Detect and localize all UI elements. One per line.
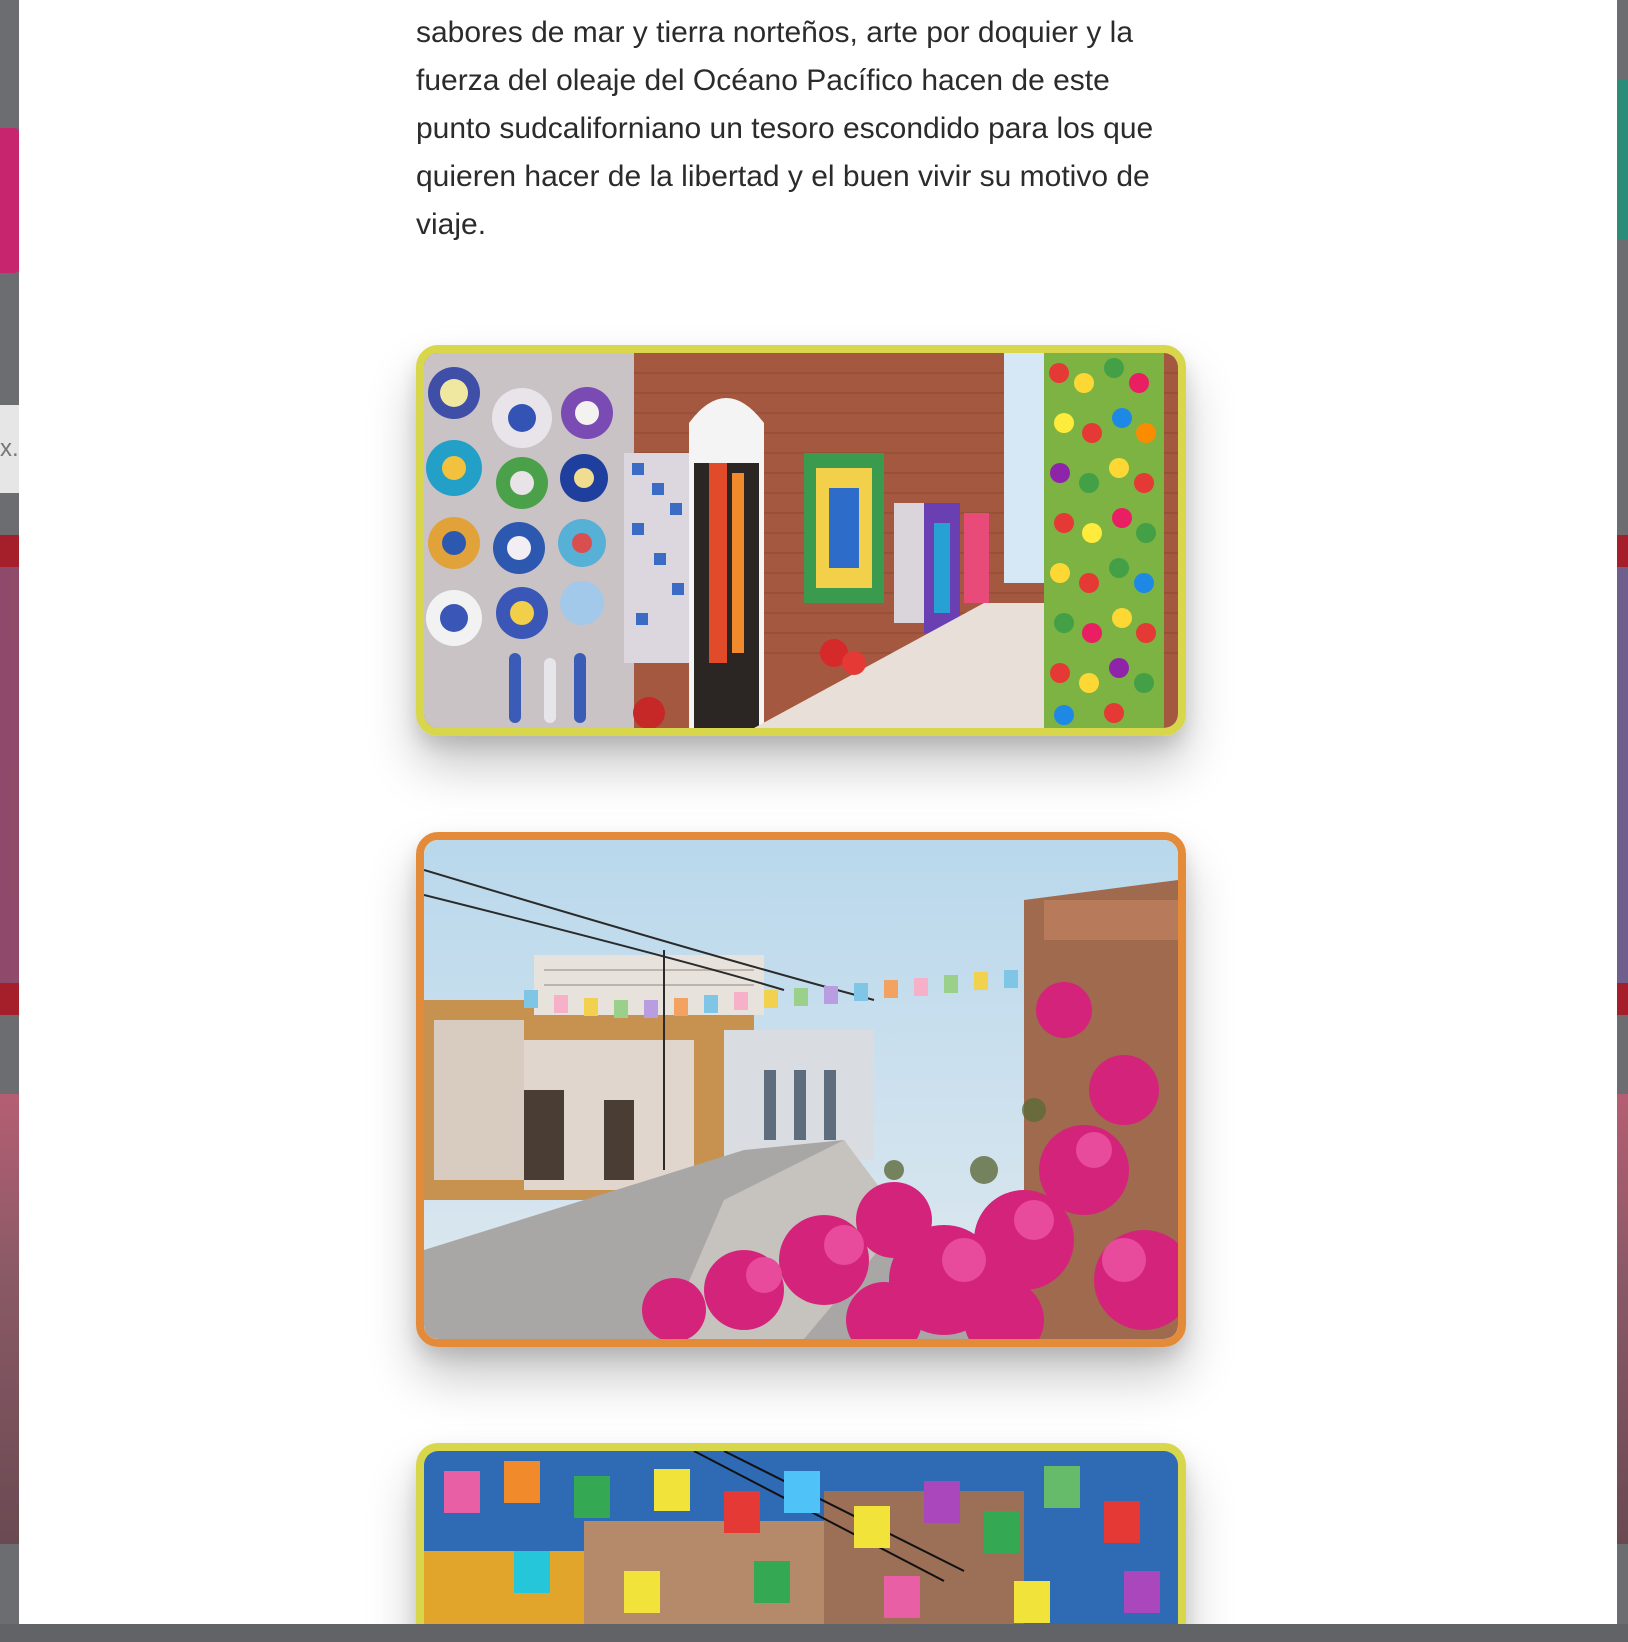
papel-picado-image [424, 1451, 1178, 1642]
photo-papel-picado[interactable] [416, 1443, 1186, 1642]
photo-calle-bugambilias[interactable] [416, 832, 1186, 1347]
backdrop-search-field: x. [0, 405, 20, 493]
backdrop-search-text: x. [0, 435, 19, 462]
overlay-bottom-edge [0, 1624, 1628, 1642]
street-flowers-image [424, 840, 1178, 1339]
photo-artesanias[interactable] [416, 345, 1186, 736]
artisan-street-image [424, 353, 1178, 728]
article-paragraph: sabores de mar y tierra norteños, arte p… [416, 16, 1154, 241]
backdrop-decoration [0, 128, 20, 273]
